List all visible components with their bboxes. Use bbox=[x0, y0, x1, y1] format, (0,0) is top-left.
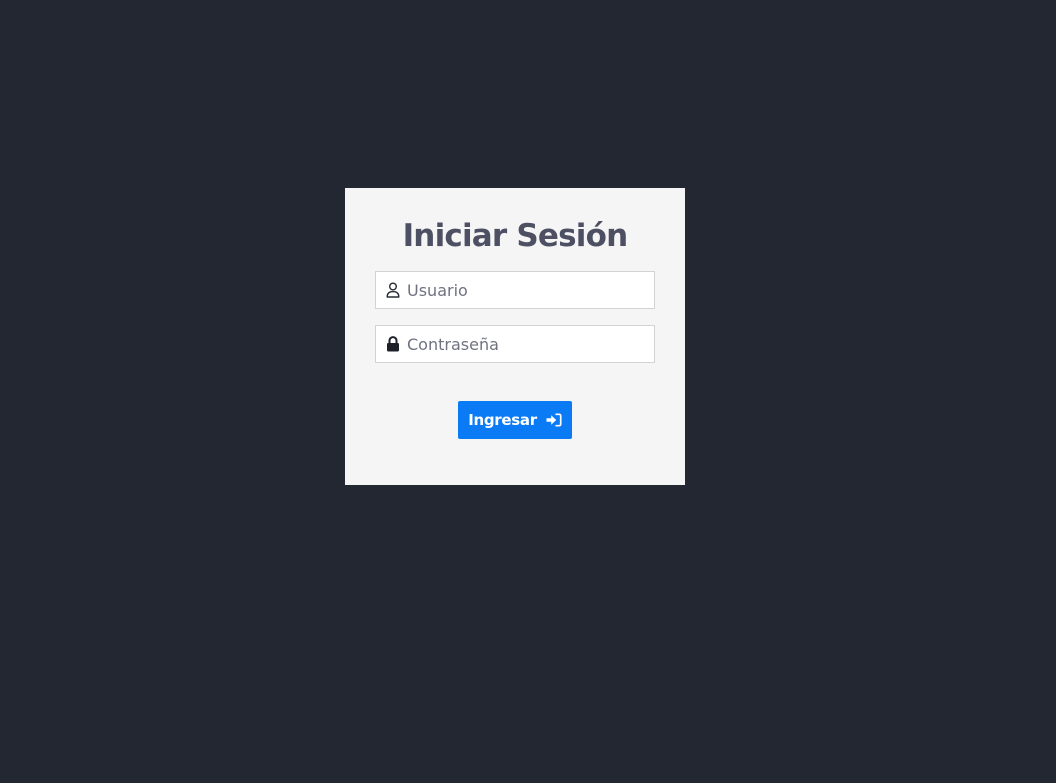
title-container: Iniciar Sesión bbox=[345, 216, 685, 256]
login-card: Iniciar Sesión Ingresar bbox=[345, 188, 685, 485]
password-field[interactable] bbox=[375, 325, 655, 363]
username-field[interactable] bbox=[375, 271, 655, 309]
login-button-label: Ingresar bbox=[468, 411, 537, 429]
lock-icon bbox=[385, 335, 401, 353]
login-title: Iniciar Sesión bbox=[402, 218, 629, 254]
login-page: Iniciar Sesión Ingresar bbox=[0, 0, 1056, 783]
password-input[interactable] bbox=[407, 326, 654, 362]
user-outline-icon bbox=[385, 281, 401, 299]
login-button[interactable]: Ingresar bbox=[458, 401, 572, 439]
sign-in-icon bbox=[546, 413, 562, 427]
username-input[interactable] bbox=[407, 272, 654, 308]
